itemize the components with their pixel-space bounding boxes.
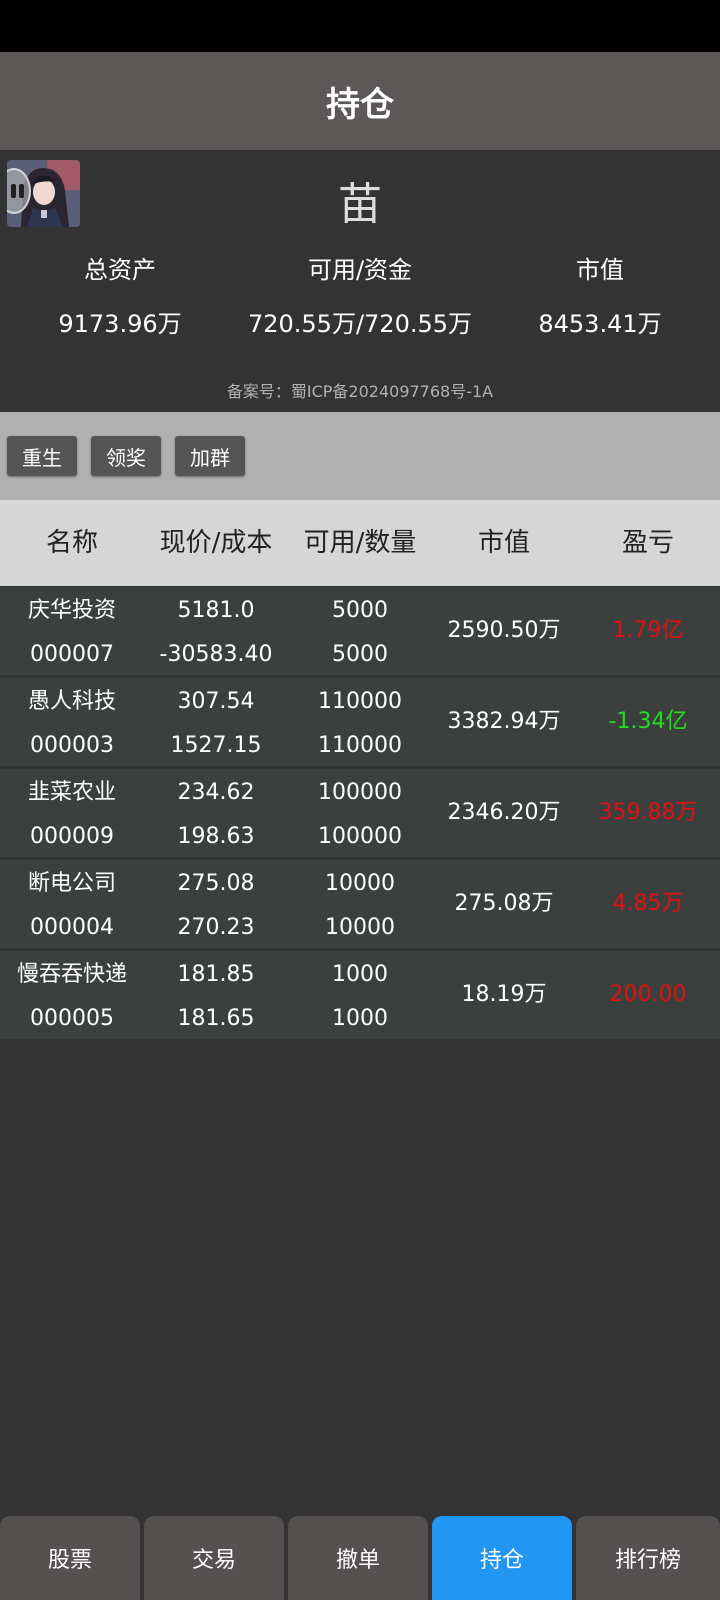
- rebirth-button[interactable]: 重生: [7, 436, 77, 476]
- column-header-market-value: 市值: [477, 528, 530, 558]
- column-header-name: 名称: [45, 528, 98, 558]
- profit-loss: 359.88万: [598, 800, 698, 825]
- holdings-table-body: 庆华投资 000007 5181.0 -30583.40 5000 5000 2…: [0, 587, 720, 1042]
- status-bar: [0, 0, 720, 52]
- cost-price: 1527.15: [170, 733, 262, 758]
- stock-name: 愚人科技: [27, 689, 116, 714]
- stat-available-funds: 可用/资金 720.55万/720.55万: [230, 250, 490, 339]
- tab-leaderboard[interactable]: 排行榜: [576, 1516, 720, 1600]
- current-price: 234.62: [177, 780, 255, 805]
- available-shares: 1000: [332, 962, 388, 987]
- available-shares: 100000: [318, 780, 402, 805]
- tab-trade[interactable]: 交易: [144, 1516, 284, 1600]
- current-price: 5181.0: [177, 598, 255, 623]
- stock-name: 断电公司: [27, 871, 116, 896]
- tab-stocks[interactable]: 股票: [0, 1516, 140, 1600]
- cost-price: 270.23: [177, 915, 255, 940]
- stock-name: 庆华投资: [27, 598, 116, 623]
- column-header-available-quantity: 可用/数量: [303, 528, 417, 558]
- market-value: 2346.20万: [447, 800, 561, 825]
- available-shares: 5000: [332, 598, 388, 623]
- profile-section: 苗 总资产 9173.96万 可用/资金 720.55万/720.55万 市值 …: [0, 150, 720, 412]
- stat-label: 总资产: [84, 256, 156, 284]
- action-bar: 重生 领奖 加群: [0, 412, 720, 500]
- stock-name: 慢吞吞快递: [16, 962, 127, 987]
- market-value: 18.19万: [461, 982, 547, 1007]
- available-shares: 110000: [318, 689, 402, 714]
- stat-label: 市值: [576, 256, 624, 284]
- nickname: 苗: [338, 179, 382, 230]
- bottom-nav: 股票 交易 撤单 持仓 排行榜: [0, 1516, 720, 1600]
- table-row[interactable]: 慢吞吞快递 000005 181.85 181.65 1000 1000 18.…: [0, 951, 720, 1039]
- claim-reward-button[interactable]: 领奖: [91, 436, 161, 476]
- table-row[interactable]: 愚人科技 000003 307.54 1527.15 110000 110000…: [0, 678, 720, 766]
- profit-loss: 1.79亿: [612, 618, 684, 643]
- stat-label: 可用/资金: [307, 256, 413, 284]
- account-stats: 总资产 9173.96万 可用/资金 720.55万/720.55万 市值 84…: [0, 250, 720, 350]
- market-value: 3382.94万: [447, 709, 561, 734]
- available-shares: 10000: [325, 871, 395, 896]
- table-row[interactable]: 断电公司 000004 275.08 270.23 10000 10000 27…: [0, 860, 720, 948]
- join-group-button[interactable]: 加群: [175, 436, 245, 476]
- market-value: 275.08万: [454, 891, 554, 916]
- profit-loss: 4.85万: [612, 891, 684, 916]
- cost-price: -30583.40: [159, 642, 273, 667]
- stock-code: 000007: [30, 642, 114, 667]
- profit-loss: -1.34亿: [608, 709, 688, 734]
- current-price: 181.85: [177, 962, 255, 987]
- stock-code: 000005: [30, 1006, 114, 1031]
- tab-cancel-order[interactable]: 撤单: [288, 1516, 428, 1600]
- table-row[interactable]: 庆华投资 000007 5181.0 -30583.40 5000 5000 2…: [0, 587, 720, 675]
- stat-value: 720.55万/720.55万: [247, 310, 473, 338]
- stat-market-value: 市值 8453.41万: [500, 250, 700, 339]
- stock-name: 韭菜农业: [27, 780, 116, 805]
- market-value: 2590.50万: [447, 618, 561, 643]
- current-price: 275.08: [177, 871, 255, 896]
- current-price: 307.54: [177, 689, 255, 714]
- total-shares: 100000: [318, 824, 402, 849]
- icp-record[interactable]: 备案号：蜀ICP备2024097768号-1A: [0, 378, 720, 402]
- stock-code: 000009: [30, 824, 114, 849]
- stock-code: 000003: [30, 733, 114, 758]
- column-header-price-cost: 现价/成本: [159, 528, 273, 558]
- total-shares: 10000: [325, 915, 395, 940]
- total-shares: 110000: [318, 733, 402, 758]
- cost-price: 198.63: [177, 824, 255, 849]
- total-shares: 1000: [332, 1006, 388, 1031]
- column-header-profit-loss: 盈亏: [621, 528, 674, 558]
- profit-loss: 200.00: [609, 982, 687, 1007]
- stat-total-assets: 总资产 9173.96万: [20, 250, 220, 339]
- holdings-table-header: 名称 现价/成本 可用/数量 市值 盈亏: [0, 500, 720, 586]
- stat-value: 8453.41万: [538, 310, 662, 338]
- tab-holdings[interactable]: 持仓: [432, 1516, 572, 1600]
- stat-value: 9173.96万: [58, 310, 182, 338]
- stock-code: 000004: [30, 915, 114, 940]
- total-shares: 5000: [332, 642, 388, 667]
- cost-price: 181.65: [177, 1006, 255, 1031]
- page-title: 持仓: [0, 52, 720, 150]
- table-row[interactable]: 韭菜农业 000009 234.62 198.63 100000 100000 …: [0, 769, 720, 857]
